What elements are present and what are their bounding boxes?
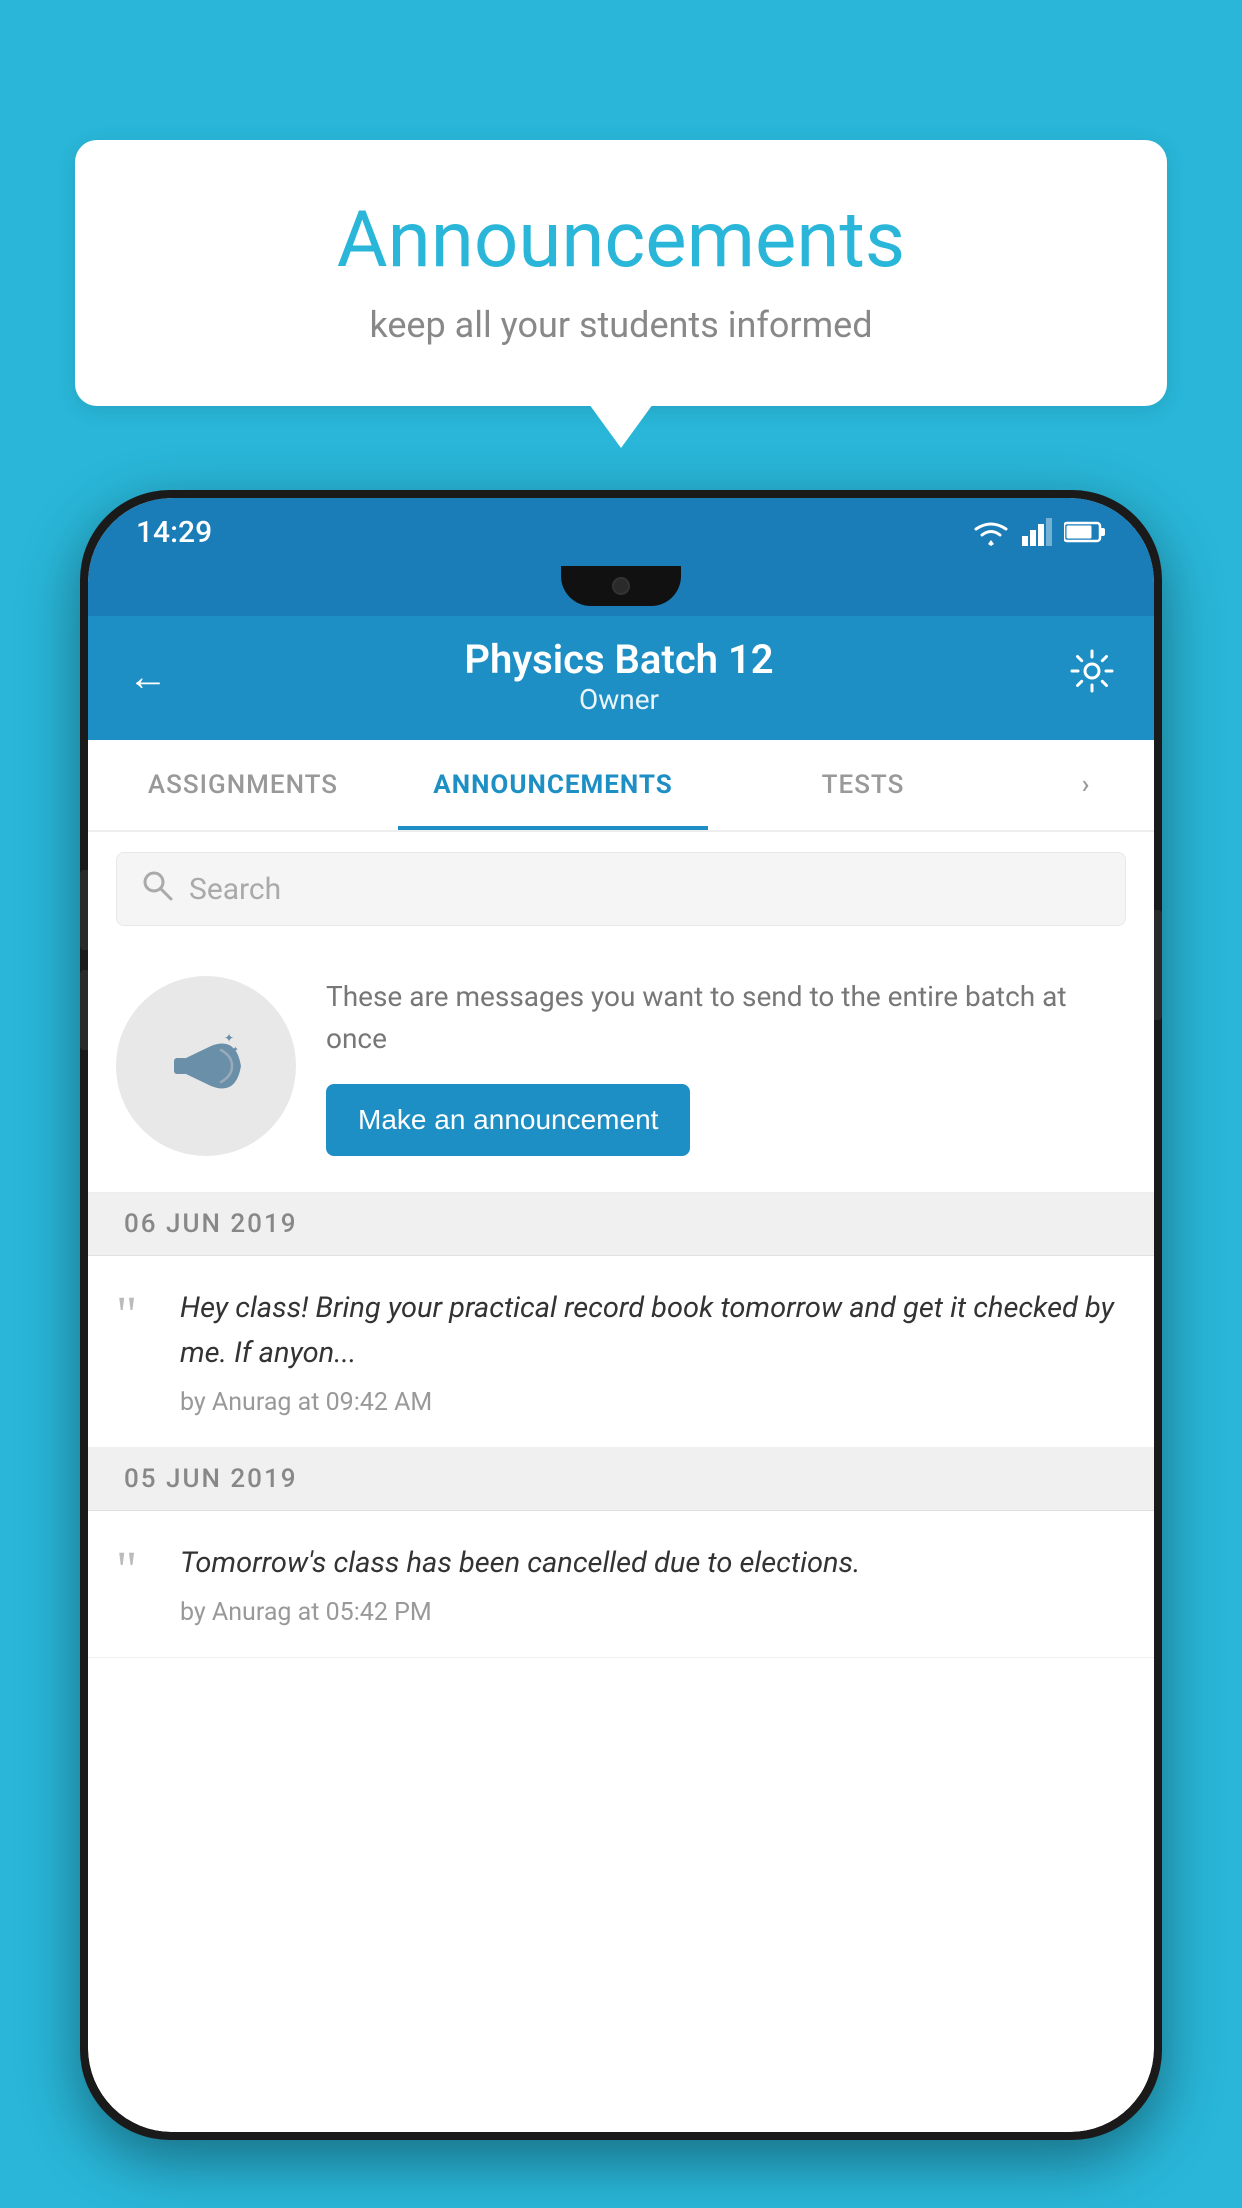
- quote-icon-2: ": [116, 1545, 156, 1597]
- phone-screen: 14:29: [88, 498, 1154, 2132]
- search-icon: [141, 869, 173, 909]
- settings-icon[interactable]: [1070, 649, 1114, 704]
- app-header: ← Physics Batch 12 Owner: [88, 616, 1154, 740]
- announcements-title: Announcements: [135, 195, 1107, 286]
- status-icons: [972, 518, 1106, 546]
- tab-more[interactable]: ›: [1018, 740, 1154, 830]
- announcement-item-2[interactable]: " Tomorrow's class has been cancelled du…: [88, 1511, 1154, 1658]
- notch-bar: [88, 566, 1154, 616]
- svg-text:✦: ✦: [232, 1045, 239, 1054]
- notch: [561, 566, 681, 606]
- search-svg: [141, 869, 173, 901]
- phone-mockup: 14:29: [80, 490, 1162, 2140]
- announcements-subtitle: keep all your students informed: [135, 304, 1107, 346]
- announcement-meta-1: by Anurag at 09:42 AM: [180, 1388, 1126, 1417]
- power-button: [1154, 910, 1162, 1020]
- promo-icon-circle: ✦ ✦: [116, 976, 296, 1156]
- tabs: ASSIGNMENTS ANNOUNCEMENTS TESTS ›: [88, 740, 1154, 832]
- battery-icon: [1064, 521, 1106, 543]
- promo-section: ✦ ✦ These are messages you want to send …: [88, 946, 1154, 1193]
- date-separator-1: 06 JUN 2019: [88, 1193, 1154, 1256]
- tab-assignments[interactable]: ASSIGNMENTS: [88, 740, 398, 830]
- speech-bubble-container: Announcements keep all your students inf…: [75, 140, 1167, 406]
- announcement-text-1: Hey class! Bring your practical record b…: [180, 1286, 1126, 1376]
- back-button[interactable]: ←: [128, 653, 168, 700]
- promo-right: These are messages you want to send to t…: [326, 976, 1126, 1156]
- volume-down-button: [80, 970, 88, 1050]
- batch-title: Physics Batch 12: [168, 636, 1070, 683]
- speech-bubble: Announcements keep all your students inf…: [75, 140, 1167, 406]
- status-bar: 14:29: [88, 498, 1154, 566]
- announcement-text-2: Tomorrow's class has been cancelled due …: [180, 1541, 1126, 1586]
- camera: [612, 577, 630, 595]
- announcement-item-1[interactable]: " Hey class! Bring your practical record…: [88, 1256, 1154, 1448]
- phone-inner: 14:29: [88, 498, 1154, 2132]
- signal-icon: [1022, 518, 1052, 546]
- announcement-content-2: Tomorrow's class has been cancelled due …: [180, 1541, 1126, 1627]
- tab-tests[interactable]: TESTS: [708, 740, 1018, 830]
- announcement-meta-2: by Anurag at 05:42 PM: [180, 1598, 1126, 1627]
- tab-announcements[interactable]: ANNOUNCEMENTS: [398, 740, 708, 830]
- search-placeholder: Search: [189, 872, 281, 907]
- quote-icon-1: ": [116, 1290, 156, 1342]
- promo-description: These are messages you want to send to t…: [326, 976, 1126, 1060]
- status-time: 14:29: [136, 515, 212, 550]
- screen-content: Search: [88, 832, 1154, 2132]
- header-title-area: Physics Batch 12 Owner: [168, 636, 1070, 716]
- gear-svg: [1070, 649, 1114, 693]
- owner-label: Owner: [168, 683, 1070, 716]
- volume-up-button: [80, 870, 88, 950]
- announcement-content-1: Hey class! Bring your practical record b…: [180, 1286, 1126, 1417]
- search-container: Search: [88, 832, 1154, 946]
- megaphone-icon: ✦ ✦: [156, 1016, 256, 1116]
- make-announcement-button[interactable]: Make an announcement: [326, 1084, 690, 1156]
- svg-text:✦: ✦: [224, 1031, 234, 1045]
- phone-outer: 14:29: [80, 490, 1162, 2140]
- wifi-icon: [972, 518, 1010, 546]
- date-separator-2: 05 JUN 2019: [88, 1448, 1154, 1511]
- search-bar[interactable]: Search: [116, 852, 1126, 926]
